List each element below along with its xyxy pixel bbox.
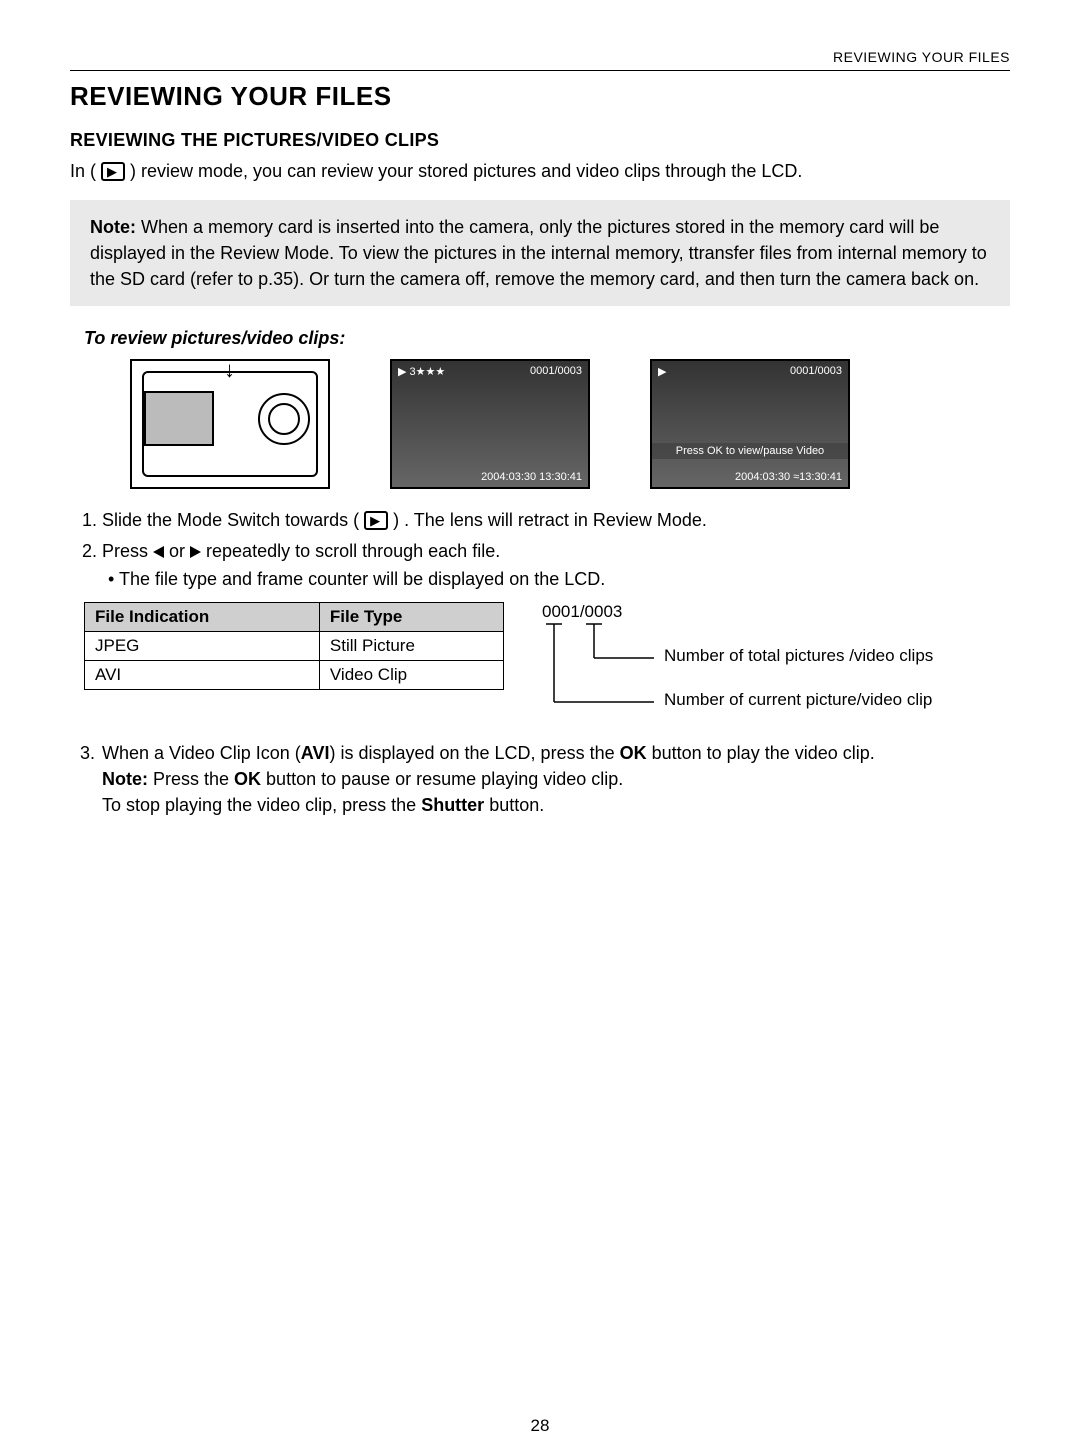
step-1: Slide the Mode Switch towards ( ▶ ) . Th… <box>102 507 1010 533</box>
table-header-indication: File Indication <box>85 602 320 631</box>
page-title: REVIEWING YOUR FILES <box>70 81 1010 112</box>
counter-total-label: Number of total pictures /video clips <box>664 646 933 666</box>
step-2: Press or repeatedly to scroll through ea… <box>102 538 1010 592</box>
figure-camera-diagram: ↓ <box>130 359 330 489</box>
subheading: To review pictures/video clips: <box>84 328 1010 349</box>
table-row: JPEGStill Picture <box>85 631 504 660</box>
counter-current-label: Number of current picture/video clip <box>664 690 932 710</box>
step-3: 3.When a Video Clip Icon (AVI) is displa… <box>80 740 1010 818</box>
table-header-type: File Type <box>319 602 503 631</box>
file-type-table: File Indication File Type JPEGStill Pict… <box>84 602 504 690</box>
right-arrow-icon <box>190 546 201 558</box>
play-mode-icon: ▶ <box>101 162 125 181</box>
counter-example-label: 0001/0003 <box>542 602 622 622</box>
left-arrow-icon <box>153 546 164 558</box>
figure-lcd-still: ▶ 3★★★ 0001/0003 2004:03:30 13:30:41 <box>390 359 590 489</box>
intro-text: In ( ▶ ) review mode, you can review you… <box>70 159 1010 184</box>
section-title: REVIEWING THE PICTURES/VIDEO CLIPS <box>70 130 1010 151</box>
frame-counter-diagram: 0001/0003 Number of total pictures /vide… <box>524 602 984 722</box>
play-mode-icon: ▶ <box>364 511 388 530</box>
table-row: AVIVideo Clip <box>85 660 504 689</box>
figure-lcd-video: ▶ 0001/0003 Press OK to view/pause Video… <box>650 359 850 489</box>
note-box: Note: When a memory card is inserted int… <box>70 200 1010 306</box>
step-2-bullet: The file type and frame counter will be … <box>108 566 1010 592</box>
running-header: REVIEWING YOUR FILES <box>833 49 1010 65</box>
page-number: 28 <box>0 1416 1080 1436</box>
instruction-list: Slide the Mode Switch towards ( ▶ ) . Th… <box>80 507 1010 591</box>
figure-row: ↓ ▶ 3★★★ 0001/0003 2004:03:30 13:30:41 ▶… <box>130 359 1010 489</box>
